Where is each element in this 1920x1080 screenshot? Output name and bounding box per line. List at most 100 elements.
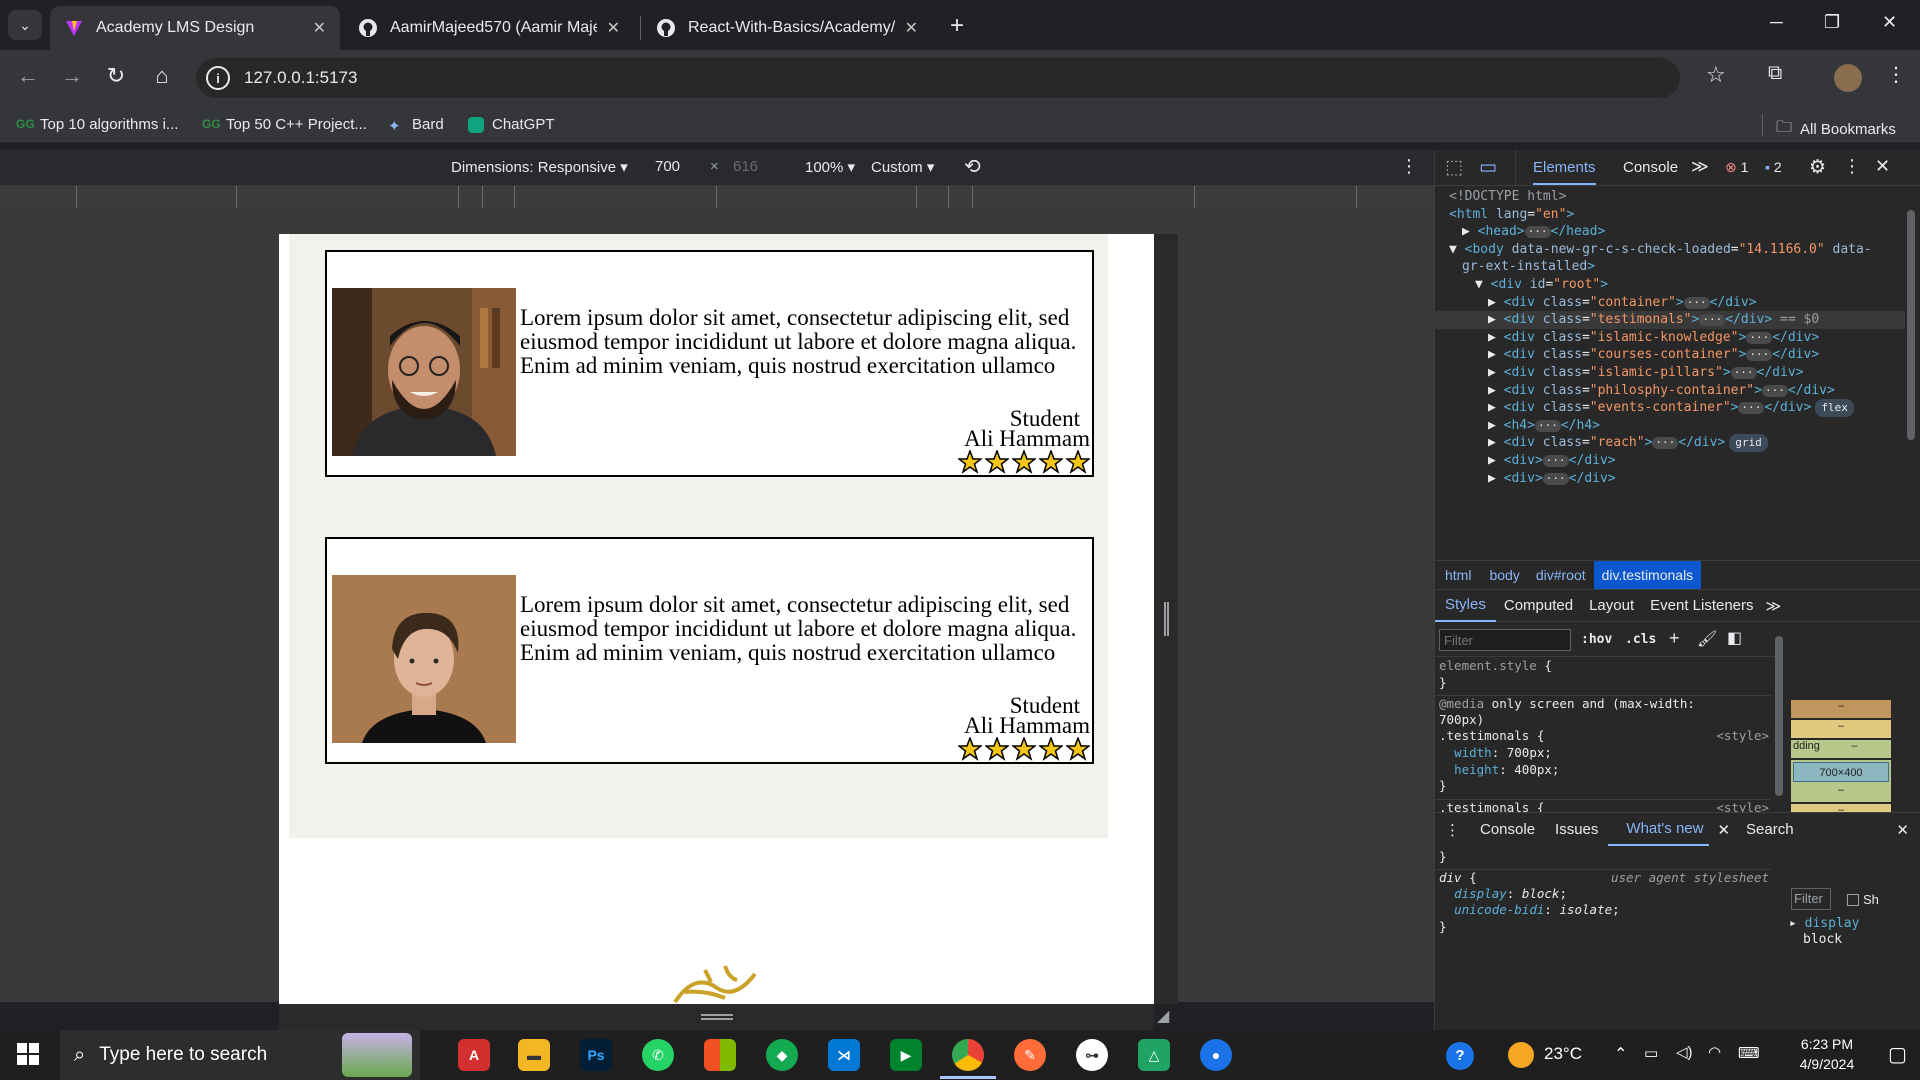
home-icon[interactable]: ⌂ bbox=[146, 63, 178, 89]
bookmark-item[interactable]: GG Top 10 algorithms i... bbox=[16, 116, 178, 133]
dom-scrollbar[interactable] bbox=[1907, 196, 1917, 586]
dom-scrollbar-thumb[interactable] bbox=[1907, 210, 1915, 440]
dom-node[interactable]: <!DOCTYPE html> bbox=[1435, 188, 1905, 206]
dom-node[interactable]: ▶ <div class="container"> ··· </div> bbox=[1435, 294, 1905, 312]
height-input[interactable]: 616 bbox=[733, 158, 758, 175]
ruler-tick[interactable] bbox=[1194, 186, 1195, 208]
zoom-select[interactable]: 100% ▾ bbox=[805, 158, 855, 176]
breadcrumb-item[interactable]: html bbox=[1435, 567, 1481, 583]
computed-prop[interactable]: ▸ display bbox=[1789, 916, 1859, 931]
drawer-tab-close-icon[interactable]: ✕ bbox=[1709, 821, 1738, 839]
tab-academy[interactable]: Academy LMS Design ✕ bbox=[50, 6, 340, 50]
profile-avatar[interactable] bbox=[1834, 64, 1862, 92]
ruler-tick[interactable] bbox=[514, 186, 515, 208]
dom-node[interactable]: ▶ <h4> ··· </h4> bbox=[1435, 417, 1905, 435]
all-bookmarks[interactable]: 🗀 All Bookmarks bbox=[1776, 116, 1896, 143]
more-style-tabs-icon[interactable]: ≫ bbox=[1762, 597, 1786, 615]
hover-state-toggle[interactable]: :hov bbox=[1581, 632, 1612, 647]
more-tabs-icon[interactable]: ≫ bbox=[1691, 157, 1709, 177]
style-rule-line[interactable]: 700px) bbox=[1435, 712, 1771, 729]
resize-grip[interactable] bbox=[701, 1014, 733, 1020]
style-rule-line[interactable]: height: 400px; bbox=[1435, 762, 1771, 779]
resize-handle[interactable] bbox=[1164, 602, 1169, 636]
devtools-menu-icon[interactable]: ⋮ bbox=[1843, 156, 1861, 177]
dom-node[interactable]: ▶ <div class="reach"> ··· </div> grid bbox=[1435, 434, 1905, 452]
dom-node[interactable]: ▶ <div class="courses-container"> ··· </di… bbox=[1435, 346, 1905, 364]
error-counter[interactable]: ⊗ 1 bbox=[1725, 159, 1748, 176]
bookmark-item[interactable]: ✦ Bard bbox=[388, 116, 444, 135]
ruler-tick[interactable] bbox=[916, 186, 917, 208]
class-toggle[interactable]: .cls bbox=[1625, 632, 1656, 647]
reload-icon[interactable]: ↻ bbox=[100, 63, 132, 89]
tab-github-profile[interactable]: AamirMajeed570 (Aamir Majeed) ✕ bbox=[344, 6, 634, 50]
address-bar[interactable]: i 127.0.0.1:5173 bbox=[196, 58, 1680, 98]
whatsapp-icon[interactable]: ✆ bbox=[642, 1039, 674, 1071]
tab-elements[interactable]: Elements bbox=[1533, 159, 1596, 185]
clock-date[interactable]: 4/9/2024 bbox=[1786, 1056, 1868, 1072]
bookmark-item[interactable]: ChatGPT bbox=[468, 116, 555, 133]
maximize-icon[interactable]: ❐ bbox=[1824, 12, 1840, 33]
dom-node[interactable]: gr-ext-installed> bbox=[1435, 258, 1905, 276]
menu-icon[interactable]: ⋮ bbox=[1886, 62, 1906, 87]
wifi-icon[interactable]: ◠ bbox=[1708, 1043, 1721, 1061]
sidebar-toggle-icon[interactable]: ◧ bbox=[1727, 628, 1742, 648]
back-icon[interactable]: ← bbox=[12, 63, 44, 89]
dom-node[interactable]: ▶ <div> ··· </div> bbox=[1435, 470, 1905, 488]
weather-icon[interactable] bbox=[1508, 1042, 1534, 1068]
tab-layout[interactable]: Layout bbox=[1581, 597, 1642, 614]
notifications-icon[interactable]: ▢ bbox=[1888, 1042, 1907, 1067]
dom-node[interactable]: ▶ <div class="philosphy-container"> ··· </… bbox=[1435, 382, 1905, 400]
postman-icon[interactable]: ✎ bbox=[1014, 1039, 1046, 1071]
show-all-checkbox[interactable]: Sh bbox=[1847, 892, 1879, 907]
drawer-close-icon[interactable]: ✕ bbox=[1884, 821, 1920, 839]
style-rule-line[interactable]: unicode-bidi: isolate; bbox=[1435, 902, 1771, 919]
ruler-tick[interactable] bbox=[458, 186, 459, 208]
dom-node-selected[interactable]: ▶ <div class="testimonals"> ··· </div> == … bbox=[1435, 311, 1905, 329]
style-rule-line[interactable]: display: block; bbox=[1435, 886, 1771, 903]
new-tab-button[interactable]: + bbox=[950, 12, 964, 40]
show-hidden-icons-icon[interactable]: ⌃ bbox=[1614, 1044, 1627, 1064]
dom-node[interactable]: ▶ <div class="events-container"> ··· </div… bbox=[1435, 399, 1905, 417]
corner-resize-icon[interactable]: ◢ bbox=[1157, 1006, 1169, 1026]
width-input[interactable]: 700 bbox=[655, 158, 680, 175]
help-icon[interactable]: ? bbox=[1446, 1042, 1474, 1070]
drawer-menu-icon[interactable]: ⋮ bbox=[1435, 821, 1470, 839]
minimize-icon[interactable]: ─ bbox=[1770, 12, 1783, 33]
drawer-tab-search[interactable]: Search bbox=[1738, 821, 1802, 838]
drawer-tab-issues[interactable]: Issues bbox=[1545, 821, 1608, 838]
devtools-close-icon[interactable]: ✕ bbox=[1875, 156, 1890, 177]
checkbox-icon[interactable] bbox=[1847, 893, 1859, 906]
ruler-tick[interactable] bbox=[76, 186, 77, 208]
box-content[interactable]: 700×400 bbox=[1793, 762, 1889, 782]
volume-icon[interactable]: ◁) bbox=[1676, 1043, 1693, 1061]
dom-node[interactable]: ▶ <div> ··· </div> bbox=[1435, 452, 1905, 470]
dom-node[interactable]: <html lang="en"> bbox=[1435, 206, 1905, 224]
drawer-tab-whats-new[interactable]: What's new bbox=[1608, 814, 1710, 846]
bookmark-star-icon[interactable]: ☆ bbox=[1706, 62, 1726, 88]
style-rule-line[interactable]: } bbox=[1435, 675, 1771, 692]
drawer-tab-console[interactable]: Console bbox=[1470, 821, 1545, 838]
inspect-element-icon[interactable]: ⬚ bbox=[1445, 156, 1463, 179]
computed-scrollbar[interactable] bbox=[1913, 624, 1920, 954]
message-counter[interactable]: ▪ 2 bbox=[1765, 159, 1782, 175]
google-drive-icon[interactable]: △ bbox=[1138, 1039, 1170, 1071]
styles-filter-input[interactable] bbox=[1439, 629, 1571, 651]
extensions-icon[interactable]: ⧉ bbox=[1768, 62, 1782, 85]
rotate-icon[interactable]: ⟲ bbox=[964, 154, 981, 179]
messages-icon[interactable]: ● bbox=[1200, 1039, 1232, 1071]
breadcrumb-item-active[interactable]: div.testimonals bbox=[1593, 561, 1702, 589]
windows-start-icon[interactable] bbox=[16, 1042, 40, 1066]
ruler-tick[interactable] bbox=[1356, 186, 1357, 208]
key-app-icon[interactable]: ⊶ bbox=[1076, 1039, 1108, 1071]
tab-close-icon[interactable]: ✕ bbox=[607, 18, 620, 38]
paint-icon[interactable]: 🖌 bbox=[1697, 629, 1717, 649]
battery-icon[interactable]: ▭ bbox=[1644, 1044, 1658, 1062]
chrome-icon[interactable] bbox=[952, 1039, 984, 1071]
styles-scrollbar-thumb[interactable] bbox=[1775, 636, 1783, 796]
style-source-link[interactable]: user agent stylesheet bbox=[1611, 870, 1769, 887]
tab-close-icon[interactable]: ✕ bbox=[905, 18, 918, 38]
photoshop-icon[interactable]: Ps bbox=[580, 1039, 612, 1071]
acrobat-icon[interactable]: A bbox=[458, 1039, 490, 1071]
dom-node[interactable]: ▶ <div class="islamic-pillars"> ··· </div> bbox=[1435, 364, 1905, 382]
bookmark-item[interactable]: GG Top 50 C++ Project... bbox=[202, 116, 367, 133]
